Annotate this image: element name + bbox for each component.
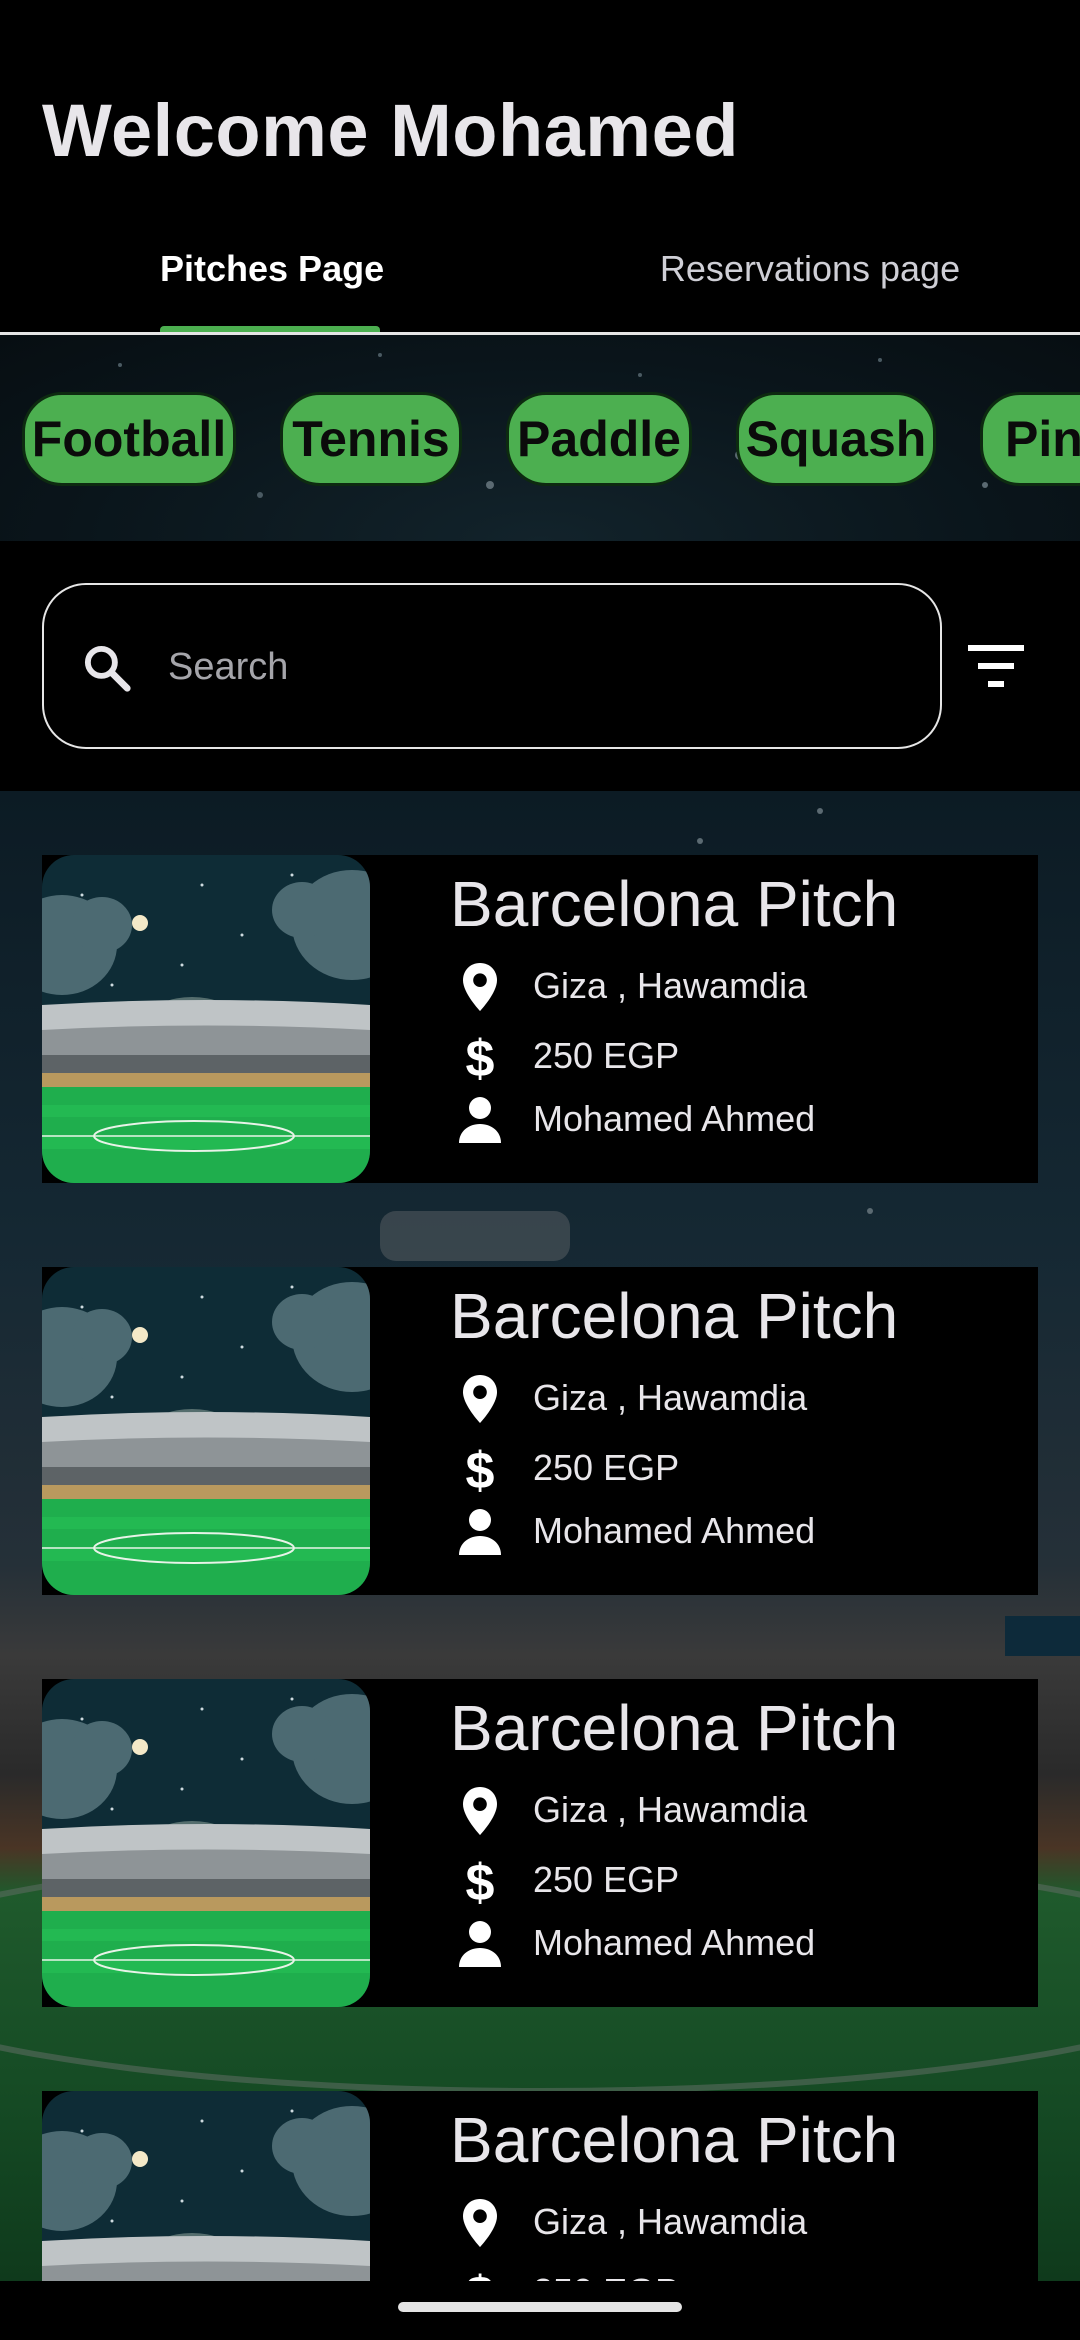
search-section — [0, 541, 1080, 791]
svg-text:$: $ — [466, 1854, 495, 1906]
search-box[interactable] — [42, 583, 942, 749]
filter-icon[interactable] — [968, 641, 1034, 691]
pitch-location: Giza , Hawamdia — [533, 1377, 808, 1418]
pitch-location: Giza , Hawamdia — [533, 2201, 808, 2242]
location-pin-icon — [463, 1375, 497, 1423]
pitch-price: 250 EGP — [533, 1447, 680, 1488]
dollar-icon: $ — [466, 1030, 495, 1082]
svg-text:$: $ — [466, 1030, 495, 1082]
pitch-price: 250 EGP — [533, 1859, 680, 1900]
search-input[interactable] — [168, 625, 908, 709]
category-chip-squash[interactable]: Squash — [736, 392, 936, 486]
category-strip[interactable]: Football Tennis Paddle Squash Ping — [0, 335, 1080, 541]
app-screen: Welcome Mohamed Pitches Page Reservation… — [0, 0, 1080, 2340]
pitch-name: Barcelona Pitch — [450, 1280, 899, 1352]
location-pin-icon — [463, 1787, 497, 1835]
pitch-name: Barcelona Pitch — [450, 868, 899, 940]
pitch-price: 250 EGP — [533, 1035, 680, 1076]
page-title: Welcome Mohamed — [42, 89, 739, 172]
tab-reservations[interactable]: Reservations page — [640, 248, 980, 290]
pitch-image — [42, 1267, 370, 1595]
pitch-card[interactable]: Barcelona Pitch Giza , Hawamdia $ 250 EG… — [42, 1267, 1038, 1595]
location-pin-icon — [463, 963, 497, 1011]
category-chip-ping[interactable]: Ping — [980, 392, 1080, 486]
pitch-location: Giza , Hawamdia — [533, 1789, 808, 1830]
tab-bar: Pitches Page Reservations page — [0, 220, 1080, 335]
pitch-card[interactable]: Barcelona Pitch Giza , Hawamdia $ 250 EG… — [42, 1679, 1038, 2007]
pitch-image — [42, 855, 370, 1183]
pitch-owner: Mohamed Ahmed — [533, 1098, 816, 1139]
person-icon — [459, 1921, 501, 1967]
header: Welcome Mohamed — [0, 0, 1080, 200]
tab-pitches[interactable]: Pitches Page — [160, 248, 384, 290]
pitch-location: Giza , Hawamdia — [533, 965, 808, 1006]
pitch-card[interactable]: Barcelona Pitch Giza , Hawamdia $ 250 EG… — [42, 855, 1038, 1183]
location-pin-icon — [463, 2199, 497, 2247]
svg-text:$: $ — [466, 1442, 495, 1494]
category-chip-tennis[interactable]: Tennis — [280, 392, 462, 486]
person-icon — [459, 1509, 501, 1555]
category-chip-football[interactable]: Football — [22, 392, 236, 486]
navigation-bar — [0, 2281, 1080, 2340]
dollar-icon: $ — [466, 1854, 495, 1906]
home-indicator[interactable] — [398, 2302, 682, 2312]
pitch-owner: Mohamed Ahmed — [533, 1510, 816, 1551]
search-icon — [84, 645, 131, 692]
person-icon — [459, 1097, 501, 1143]
pitch-image — [42, 1679, 370, 2007]
pitch-name: Barcelona Pitch — [450, 2104, 899, 2176]
pitch-name: Barcelona Pitch — [450, 1692, 899, 1764]
dollar-icon: $ — [466, 1442, 495, 1494]
pitch-owner: Mohamed Ahmed — [533, 1922, 816, 1963]
category-chip-paddle[interactable]: Paddle — [506, 392, 692, 486]
